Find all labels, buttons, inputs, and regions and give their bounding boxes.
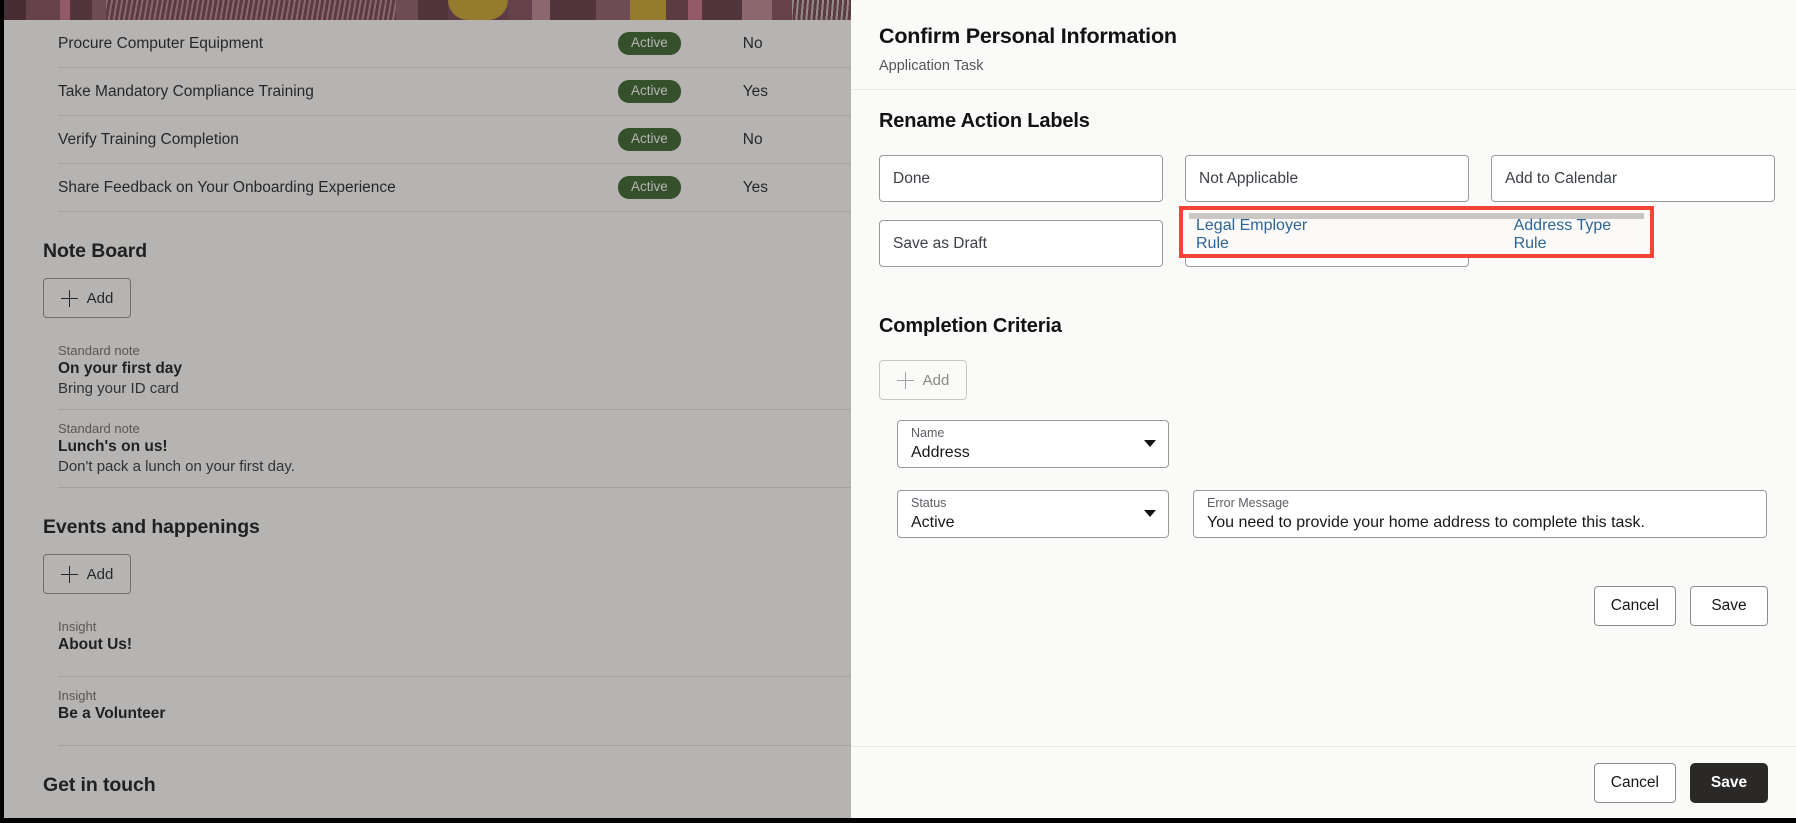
panel-footer: Cancel Save bbox=[851, 746, 1796, 818]
table-row[interactable]: Share Feedback on Your Onboarding Experi… bbox=[58, 164, 851, 212]
note-board-title: Note Board bbox=[43, 240, 148, 262]
event-kind: Insight bbox=[58, 619, 97, 634]
background-content: Procure Computer Equipment Active No Tak… bbox=[0, 20, 851, 818]
rename-field-done[interactable]: Done bbox=[879, 155, 1163, 202]
criteria-save-button[interactable]: Save bbox=[1690, 586, 1768, 626]
error-message-label: Error Message bbox=[1207, 496, 1289, 510]
status-select-value: Active bbox=[911, 513, 955, 531]
chevron-down-icon[interactable] bbox=[1144, 510, 1156, 517]
status-badge: Active bbox=[618, 176, 681, 199]
table-row[interactable]: Verify Training Completion Active No bbox=[58, 116, 851, 164]
list-item[interactable]: Standard note On your first day Bring yo… bbox=[58, 332, 851, 410]
note-subtitle: Bring your ID card bbox=[58, 380, 179, 397]
list-item[interactable]: Standard note Lunch's on us! Don't pack … bbox=[58, 410, 851, 488]
events-title: Events and happenings bbox=[43, 516, 260, 538]
task-flag: Yes bbox=[742, 178, 769, 196]
rename-field-add-to-calendar[interactable]: Add to Calendar bbox=[1491, 155, 1775, 202]
plus-icon bbox=[896, 371, 914, 389]
criteria-status-row: Status Active Error Message You need to … bbox=[879, 490, 1768, 538]
event-title: About Us! bbox=[58, 636, 133, 653]
status-badge: Active bbox=[618, 32, 681, 55]
events-add-button[interactable]: Add bbox=[43, 554, 131, 594]
event-title: Be a Volunteer bbox=[58, 705, 166, 722]
criteria-inline-actions: Cancel Save bbox=[879, 586, 1768, 626]
event-kind: Insight bbox=[58, 688, 97, 703]
status-select[interactable]: Status Active bbox=[897, 490, 1169, 538]
chevron-down-icon[interactable] bbox=[1144, 440, 1156, 447]
status-badge: Active bbox=[618, 80, 681, 103]
plus-icon bbox=[60, 289, 78, 307]
task-name: Take Mandatory Compliance Training bbox=[58, 82, 314, 100]
list-item[interactable]: Insight About Us! bbox=[58, 608, 851, 677]
note-kind: Standard note bbox=[58, 421, 140, 436]
get-in-touch-title: Get in touch bbox=[43, 774, 156, 796]
task-flag: No bbox=[742, 34, 763, 52]
note-board-add-button[interactable]: Add bbox=[43, 278, 131, 318]
task-flag: No bbox=[742, 130, 763, 148]
plus-icon bbox=[60, 565, 78, 583]
task-flag: Yes bbox=[742, 82, 769, 100]
decorative-banner bbox=[0, 0, 851, 20]
window-bottom-border bbox=[0, 818, 1796, 823]
events-list: Insight About Us! Insight Be a Volunteer bbox=[0, 608, 851, 746]
note-list: Standard note On your first day Bring yo… bbox=[0, 332, 851, 488]
window-left-border bbox=[0, 0, 4, 823]
name-select[interactable]: Name Address bbox=[897, 420, 1169, 468]
task-list: Procure Computer Equipment Active No Tak… bbox=[0, 20, 851, 212]
name-select-label: Name bbox=[911, 426, 945, 440]
background-page: Procure Computer Equipment Active No Tak… bbox=[0, 0, 851, 818]
name-select-value: Address bbox=[911, 443, 970, 461]
rename-field-not-applicable[interactable]: Not Applicable bbox=[1185, 155, 1469, 202]
add-label: Add bbox=[86, 289, 114, 307]
rename-section-title: Rename Action Labels bbox=[879, 110, 1090, 132]
address-type-rule-link[interactable]: Address Type Rule bbox=[1514, 217, 1644, 253]
error-message-input[interactable]: Error Message You need to provide your h… bbox=[1193, 490, 1767, 538]
table-row[interactable]: Procure Computer Equipment Active No bbox=[58, 20, 851, 68]
panel-body: Rename Action Labels Done Not Applicable… bbox=[851, 90, 1796, 746]
footer-save-button[interactable]: Save bbox=[1690, 762, 1768, 803]
legal-employer-rule-link[interactable]: Legal Employer Rule bbox=[1196, 217, 1340, 253]
task-name: Share Feedback on Your Onboarding Experi… bbox=[58, 178, 396, 196]
note-title: On your first day bbox=[58, 360, 183, 377]
footer-cancel-button[interactable]: Cancel bbox=[1593, 762, 1676, 803]
task-name: Verify Training Completion bbox=[58, 130, 239, 148]
panel-subtitle: Application Task bbox=[879, 58, 984, 74]
task-name: Procure Computer Equipment bbox=[58, 34, 264, 52]
note-kind: Standard note bbox=[58, 343, 140, 358]
rename-field-save-as-draft[interactable]: Save as Draft bbox=[879, 220, 1163, 267]
table-row[interactable]: Take Mandatory Compliance Training Activ… bbox=[58, 68, 851, 116]
completion-criteria-section: Completion Criteria Add Name Address Sta… bbox=[879, 206, 1768, 626]
criteria-name-row: Name Address bbox=[879, 420, 1768, 468]
rules-highlight-box: Legal Employer Rule Address Type Rule bbox=[1179, 206, 1654, 258]
list-item[interactable]: Insight Be a Volunteer bbox=[58, 677, 851, 746]
error-message-value: You need to provide your home address to… bbox=[1207, 513, 1645, 531]
note-title: Lunch's on us! bbox=[58, 438, 168, 455]
status-badge: Active bbox=[618, 128, 681, 151]
screen-root: Procure Computer Equipment Active No Tak… bbox=[0, 0, 1796, 823]
status-select-label: Status bbox=[911, 496, 947, 510]
criteria-add-button[interactable]: Add bbox=[879, 360, 967, 400]
rules-links-container: Legal Employer Rule Address Type Rule bbox=[1189, 213, 1644, 253]
panel-header: Confirm Personal Information Application… bbox=[851, 0, 1796, 90]
add-label: Add bbox=[86, 565, 114, 583]
criteria-cancel-button[interactable]: Cancel bbox=[1593, 586, 1676, 626]
page-title: Confirm Personal Information bbox=[879, 24, 1177, 48]
note-subtitle: Don't pack a lunch on your first day. bbox=[58, 458, 295, 475]
completion-section-title: Completion Criteria bbox=[879, 315, 1062, 337]
side-panel-dialog: Confirm Personal Information Application… bbox=[851, 0, 1796, 818]
add-label: Add bbox=[922, 371, 950, 389]
